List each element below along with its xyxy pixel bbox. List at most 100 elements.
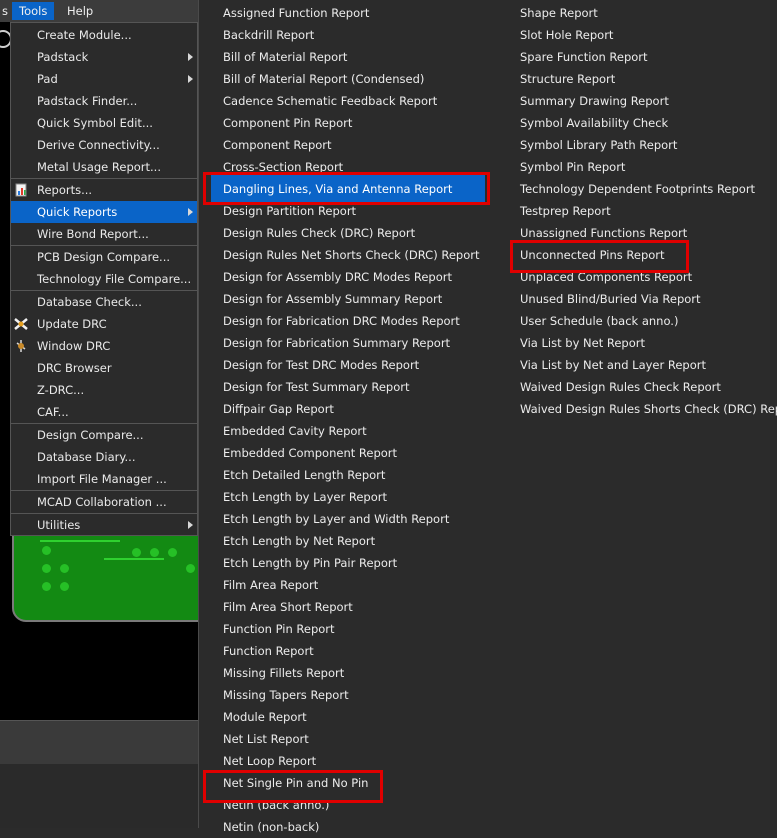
- quick-report-diffpair-gap-report[interactable]: Diffpair Gap Report: [223, 398, 334, 420]
- quick-report-design-for-test-drc-modes-report[interactable]: Design for Test DRC Modes Report: [223, 354, 419, 376]
- annotation-box-dangling-lines: [203, 172, 490, 205]
- menu-help[interactable]: Help: [60, 2, 100, 20]
- quick-report-symbol-pin-report[interactable]: Symbol Pin Report: [520, 156, 625, 178]
- quick-report-net-loop-report[interactable]: Net Loop Report: [223, 750, 316, 772]
- quick-report-component-report[interactable]: Component Report: [223, 134, 332, 156]
- quick-report-missing-tapers-report[interactable]: Missing Tapers Report: [223, 684, 349, 706]
- quick-report-design-rules-net-shorts-check-drc-report[interactable]: Design Rules Net Shorts Check (DRC) Repo…: [223, 244, 479, 266]
- quick-report-bill-of-material-report[interactable]: Bill of Material Report: [223, 46, 347, 68]
- tools-menu: Create Module... Padstack Pad Padstack F…: [10, 22, 198, 536]
- quick-report-film-area-short-report[interactable]: Film Area Short Report: [223, 596, 353, 618]
- quick-report-etch-length-by-net-report[interactable]: Etch Length by Net Report: [223, 530, 375, 552]
- quick-report-function-pin-report[interactable]: Function Pin Report: [223, 618, 335, 640]
- trace: [104, 558, 164, 560]
- quick-report-module-report[interactable]: Module Report: [223, 706, 307, 728]
- quick-report-via-list-by-net-and-layer-report[interactable]: Via List by Net and Layer Report: [520, 354, 706, 376]
- menu-item-design-compare[interactable]: Design Compare...: [11, 424, 197, 446]
- menu-item-mcad-collaboration[interactable]: MCAD Collaboration ...: [11, 491, 197, 513]
- menu-tools[interactable]: Tools: [12, 2, 55, 20]
- quick-report-design-for-assembly-drc-modes-report[interactable]: Design for Assembly DRC Modes Report: [223, 266, 452, 288]
- menu-item-derive-connectivity[interactable]: Derive Connectivity...: [11, 134, 197, 156]
- quick-reports-submenu: Assigned Function Report Backdrill Report…: [198, 0, 777, 834]
- quick-report-spare-function-report[interactable]: Spare Function Report: [520, 46, 648, 68]
- quick-report-net-list-report[interactable]: Net List Report: [223, 728, 309, 750]
- pad: [186, 564, 195, 573]
- menu-item-wire-bond-report[interactable]: Wire Bond Report...: [11, 223, 197, 245]
- menu-item-import-file-manager[interactable]: Import File Manager ...: [11, 468, 197, 490]
- annotation-box-unconnected-pins: [510, 240, 689, 273]
- window-drc-icon: [14, 339, 28, 353]
- status-strip: [0, 720, 198, 765]
- menu-item-z-drc[interactable]: Z-DRC...: [11, 379, 197, 401]
- submenu-arrow-icon: [188, 521, 193, 529]
- quick-report-shape-report[interactable]: Shape Report: [520, 2, 598, 24]
- menu-item-pcb-design-compare[interactable]: PCB Design Compare...: [11, 246, 197, 268]
- quick-report-netin-non-back[interactable]: Netin (non-back): [223, 816, 319, 838]
- command-area: [0, 764, 198, 828]
- quick-report-via-list-by-net-report[interactable]: Via List by Net Report: [520, 332, 645, 354]
- quick-report-bill-of-material-report-condensed[interactable]: Bill of Material Report (Condensed): [223, 68, 424, 90]
- quick-report-design-for-assembly-summary-report[interactable]: Design for Assembly Summary Report: [223, 288, 442, 310]
- quick-report-etch-length-by-pin-pair-report[interactable]: Etch Length by Pin Pair Report: [223, 552, 397, 574]
- menu-bar: s Tools Help: [0, 0, 198, 22]
- pad: [168, 548, 177, 557]
- quick-report-unused-blind-buried-via-report[interactable]: Unused Blind/Buried Via Report: [520, 288, 701, 310]
- pad: [150, 548, 159, 557]
- submenu-arrow-icon: [188, 75, 193, 83]
- quick-report-symbol-availability-check[interactable]: Symbol Availability Check: [520, 112, 668, 134]
- quick-report-etch-detailed-length-report[interactable]: Etch Detailed Length Report: [223, 464, 385, 486]
- quick-report-missing-fillets-report[interactable]: Missing Fillets Report: [223, 662, 344, 684]
- quick-report-slot-hole-report[interactable]: Slot Hole Report: [520, 24, 613, 46]
- quick-report-component-pin-report[interactable]: Component Pin Report: [223, 112, 352, 134]
- quick-report-symbol-library-path-report[interactable]: Symbol Library Path Report: [520, 134, 677, 156]
- quick-report-embedded-cavity-report[interactable]: Embedded Cavity Report: [223, 420, 367, 442]
- quick-report-waived-design-rules-check-report[interactable]: Waived Design Rules Check Report: [520, 376, 721, 398]
- menu-item-caf[interactable]: CAF...: [11, 401, 197, 423]
- menu-item-metal-usage-report[interactable]: Metal Usage Report...: [11, 156, 197, 178]
- quick-report-embedded-component-report[interactable]: Embedded Component Report: [223, 442, 397, 464]
- menu-item-reports[interactable]: Reports...: [11, 179, 197, 201]
- quick-report-cadence-schematic-feedback-report[interactable]: Cadence Schematic Feedback Report: [223, 90, 437, 112]
- menu-item-quick-symbol-edit[interactable]: Quick Symbol Edit...: [11, 112, 197, 134]
- quick-report-design-for-fabrication-summary-report[interactable]: Design for Fabrication Summary Report: [223, 332, 450, 354]
- pad: [42, 546, 51, 555]
- menu-item-database-diary[interactable]: Database Diary...: [11, 446, 197, 468]
- quick-report-technology-dependent-footprints-report[interactable]: Technology Dependent Footprints Report: [520, 178, 755, 200]
- quick-report-design-for-test-summary-report[interactable]: Design for Test Summary Report: [223, 376, 409, 398]
- pad: [42, 564, 51, 573]
- quick-report-function-report[interactable]: Function Report: [223, 640, 314, 662]
- quick-report-user-schedule-back-anno[interactable]: User Schedule (back anno.): [520, 310, 678, 332]
- menu-item-pad[interactable]: Pad: [11, 68, 197, 90]
- annotation-box-net-single-pin: [203, 770, 383, 803]
- quick-report-design-rules-check-drc-report[interactable]: Design Rules Check (DRC) Report: [223, 222, 415, 244]
- quick-report-waived-design-rules-shorts-check-drc-report[interactable]: Waived Design Rules Shorts Check (DRC) R…: [520, 398, 777, 420]
- menu-item-padstack[interactable]: Padstack: [11, 46, 197, 68]
- submenu-arrow-icon: [188, 53, 193, 61]
- pad: [60, 582, 69, 591]
- menu-item-drc-browser[interactable]: DRC Browser: [11, 357, 197, 379]
- quick-report-design-for-fabrication-drc-modes-report[interactable]: Design for Fabrication DRC Modes Report: [223, 310, 460, 332]
- menu-item-create-module[interactable]: Create Module...: [11, 24, 197, 46]
- menu-item-utilities[interactable]: Utilities: [11, 514, 197, 536]
- menu-item-technology-file-compare[interactable]: Technology File Compare...: [11, 268, 197, 290]
- quick-report-structure-report[interactable]: Structure Report: [520, 68, 615, 90]
- menu-item-padstack-finder[interactable]: Padstack Finder...: [11, 90, 197, 112]
- pad: [60, 564, 69, 573]
- trace: [40, 540, 120, 542]
- quick-report-assigned-function-report[interactable]: Assigned Function Report: [223, 2, 369, 24]
- menu-item-quick-reports[interactable]: Quick Reports: [11, 201, 197, 223]
- quick-report-film-area-report[interactable]: Film Area Report: [223, 574, 318, 596]
- menu-item-window-drc[interactable]: Window DRC: [11, 335, 197, 357]
- update-drc-icon: [14, 317, 28, 331]
- pad: [132, 548, 141, 557]
- menu-item-database-check[interactable]: Database Check...: [11, 291, 197, 313]
- quick-report-summary-drawing-report[interactable]: Summary Drawing Report: [520, 90, 669, 112]
- pad: [42, 582, 51, 591]
- quick-report-backdrill-report[interactable]: Backdrill Report: [223, 24, 314, 46]
- quick-report-etch-length-by-layer-report[interactable]: Etch Length by Layer Report: [223, 486, 387, 508]
- menu-item-update-drc[interactable]: Update DRC: [11, 313, 197, 335]
- submenu-arrow-icon: [188, 208, 193, 216]
- reports-icon: [14, 183, 28, 197]
- quick-report-etch-length-by-layer-and-width-report[interactable]: Etch Length by Layer and Width Report: [223, 508, 449, 530]
- quick-report-testprep-report[interactable]: Testprep Report: [520, 200, 611, 222]
